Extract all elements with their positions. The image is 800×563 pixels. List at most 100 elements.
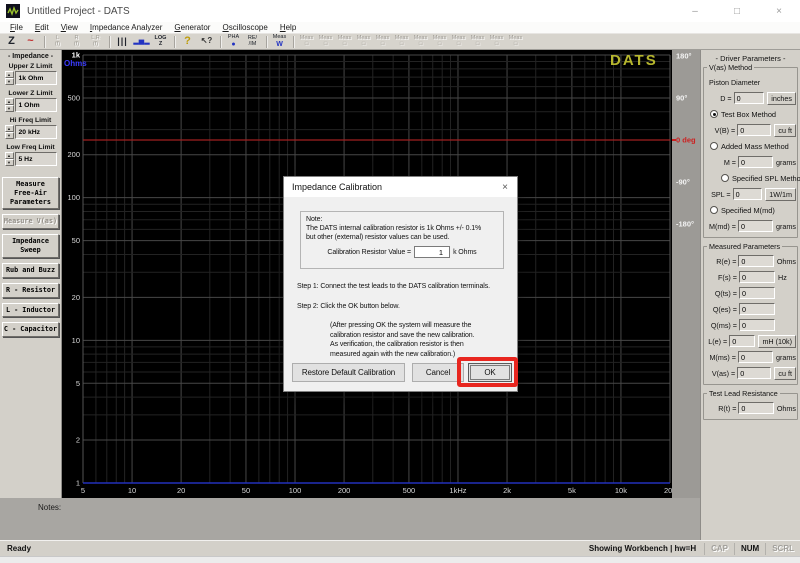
l-inductor-button[interactable]: L - Inductor bbox=[2, 303, 59, 318]
field-input-q-ts[interactable]: 0 bbox=[739, 287, 775, 299]
menu-impedance-analyzer[interactable]: Impedance Analyzer bbox=[84, 23, 169, 32]
field-input-d[interactable]: 0 bbox=[734, 92, 765, 104]
restore-default-calibration-button[interactable]: Restore Default Calibration bbox=[292, 363, 405, 382]
measure-v-as-button: Measure V(as) bbox=[2, 214, 59, 229]
impedance-panel-title: - Impedance - bbox=[8, 53, 53, 60]
help-icon[interactable]: ? bbox=[179, 35, 196, 49]
measure-free-air-parameters-button[interactable]: Measure Free-Air Parameters bbox=[2, 177, 59, 209]
menu-edit[interactable]: Edit bbox=[29, 23, 55, 32]
spinner-value-hi-freq-limit[interactable]: 20 kHz bbox=[15, 125, 57, 139]
toolbar-separator bbox=[266, 36, 268, 48]
field-input-v-as[interactable]: 0 bbox=[737, 367, 771, 379]
spin-down-icon[interactable]: ▼ bbox=[5, 78, 14, 85]
menu-oscilloscope[interactable]: Oscilloscope bbox=[216, 23, 273, 32]
field-label: V(as) = bbox=[705, 369, 737, 378]
spinner-value-lower-z-limit[interactable]: 1 Ohm bbox=[15, 98, 57, 112]
resistor-value-input[interactable] bbox=[414, 246, 450, 258]
status-right: Showing Workbench | hw=H CAPNUMSCRL bbox=[589, 541, 800, 557]
maximize-button[interactable]: □ bbox=[716, 0, 758, 22]
burst-test-icon[interactable]: ||| bbox=[114, 35, 131, 49]
indicator-scrl: SCRL bbox=[765, 543, 800, 555]
field-input-m-ms[interactable]: 0 bbox=[738, 351, 773, 363]
spinner-label: Low Freq Limit bbox=[1, 144, 61, 151]
spin-up-icon[interactable]: ▲ bbox=[5, 125, 14, 132]
toolbar-separator bbox=[44, 36, 46, 48]
unit-button-cu-ft[interactable]: cu ft bbox=[774, 124, 796, 137]
spinner-value-upper-z-limit[interactable]: 1k Ohm bbox=[15, 71, 57, 85]
lr-vs-freq-icon: L,R(f) bbox=[87, 35, 104, 49]
menu-generator[interactable]: Generator bbox=[168, 23, 216, 32]
sine-generator-icon[interactable]: ~ bbox=[22, 35, 39, 49]
field-input-r-t[interactable]: 0 bbox=[738, 402, 773, 414]
unit-button-inches[interactable]: inches bbox=[767, 92, 796, 105]
title-bar: Untitled Project - DATS – □ × bbox=[0, 0, 800, 22]
y-axis-unit-label: Ohms bbox=[64, 59, 87, 68]
field-input-v-b[interactable]: 0 bbox=[737, 124, 771, 136]
c-capacitor-button[interactable]: C - Capacitor bbox=[2, 322, 59, 337]
group-legend: Test Lead Resistance bbox=[707, 389, 780, 398]
spin-up-icon[interactable]: ▲ bbox=[5, 98, 14, 105]
field-row-v-as: V(as) =0cu ft bbox=[705, 365, 796, 381]
dialog-title-bar[interactable]: Impedance Calibration × bbox=[284, 177, 517, 197]
field-input-m-md[interactable]: 0 bbox=[738, 220, 773, 232]
field-input-r-e[interactable]: 0 bbox=[738, 255, 773, 267]
spin-up-icon[interactable]: ▲ bbox=[5, 71, 14, 78]
phase-icon[interactable]: PHA● bbox=[225, 35, 242, 49]
field-row-r-e: R(e) =0Ohms bbox=[705, 253, 796, 269]
field-row-r-t: R(t) =0Ohms bbox=[705, 400, 796, 416]
step-response-icon[interactable]: ▂▅▂ bbox=[133, 35, 150, 49]
context-help-icon[interactable]: ↖? bbox=[198, 35, 215, 49]
toolbar: Z~L(f)R(f)L,R(f)|||▂▅▂LOGZ?↖?PHA●RE//IMM… bbox=[0, 34, 800, 50]
field-input-l-e[interactable]: 0 bbox=[729, 335, 755, 347]
radio-test-box-method[interactable] bbox=[710, 110, 718, 118]
spin-down-icon[interactable]: ▼ bbox=[5, 105, 14, 112]
field-input-q-ms[interactable]: 0 bbox=[739, 319, 775, 331]
group-test-lead-resistance: Test Lead ResistanceR(t) =0Ohms bbox=[703, 393, 798, 420]
close-button[interactable]: × bbox=[758, 0, 800, 22]
field-input-spl[interactable]: 0 bbox=[733, 188, 763, 200]
field-input-m[interactable]: 0 bbox=[738, 156, 773, 168]
log-impedance-icon[interactable]: LOGZ bbox=[152, 35, 169, 49]
status-bar: Ready Showing Workbench | hw=H CAPNUMSCR… bbox=[0, 540, 800, 556]
impedance-magnitude-icon[interactable]: Z bbox=[3, 35, 20, 49]
notes-area[interactable]: Notes: bbox=[0, 498, 700, 540]
field-input-f-s[interactable]: 0 bbox=[739, 271, 775, 283]
real-imaginary-icon[interactable]: RE//IM bbox=[244, 35, 261, 49]
x-tick-label: 20 bbox=[177, 486, 185, 495]
dialog-close-icon[interactable]: × bbox=[502, 182, 508, 193]
minimize-button[interactable]: – bbox=[674, 0, 716, 22]
impedance-sweep-button[interactable]: Impedance Sweep bbox=[2, 234, 59, 258]
menu-help[interactable]: Help bbox=[274, 23, 302, 32]
x-tick-label: 200 bbox=[338, 486, 351, 495]
menu-file[interactable]: File bbox=[4, 23, 29, 32]
spin-up-icon[interactable]: ▲ bbox=[5, 152, 14, 159]
rub-and-buzz-button[interactable]: Rub and Buzz bbox=[2, 263, 59, 278]
resistor-value-unit: k Ohms bbox=[453, 249, 477, 256]
group-measured-parameters: Measured ParametersR(e) =0OhmsF(s) =0HzQ… bbox=[703, 246, 798, 385]
radio-specified-spl-method[interactable] bbox=[721, 174, 729, 182]
measurement-slot-icon: Meas□ bbox=[469, 35, 486, 49]
unit-button-cu-ft[interactable]: cu ft bbox=[774, 367, 796, 380]
r-resistor-button[interactable]: R - Resistor bbox=[2, 283, 59, 298]
static-label: Piston Diameter bbox=[705, 78, 760, 87]
x-tick-label: 5 bbox=[81, 486, 85, 495]
unit-label: Ohms bbox=[777, 404, 796, 413]
spinner-label: Upper Z Limit bbox=[1, 63, 61, 70]
spinner-value-low-freq-limit[interactable]: 5 Hz bbox=[15, 152, 57, 166]
unit-button-1w-1m[interactable]: 1W/1m bbox=[765, 188, 796, 201]
toolbar-separator bbox=[174, 36, 176, 48]
radio-label: Specified SPL Method bbox=[732, 174, 800, 183]
spin-down-icon[interactable]: ▼ bbox=[5, 159, 14, 166]
radio-added-mass-method[interactable] bbox=[710, 142, 718, 150]
measurement-w-icon[interactable]: MeasW bbox=[271, 35, 288, 49]
field-input-q-es[interactable]: 0 bbox=[739, 303, 775, 315]
radio-specified-m-md[interactable] bbox=[710, 206, 718, 214]
driver-parameters-title: - Driver Parameters - bbox=[702, 54, 799, 63]
measurement-slot-icon: Meas□ bbox=[355, 35, 372, 49]
menu-view[interactable]: View bbox=[55, 23, 84, 32]
spin-down-icon[interactable]: ▼ bbox=[5, 132, 14, 139]
unit-button-mh-10k[interactable]: mH (10k) bbox=[758, 335, 796, 348]
field-row-m-ms: M(ms) =0grams bbox=[705, 349, 796, 365]
phase-tick-label: -90° bbox=[676, 178, 690, 187]
y-tick-label: 200 bbox=[67, 150, 80, 159]
